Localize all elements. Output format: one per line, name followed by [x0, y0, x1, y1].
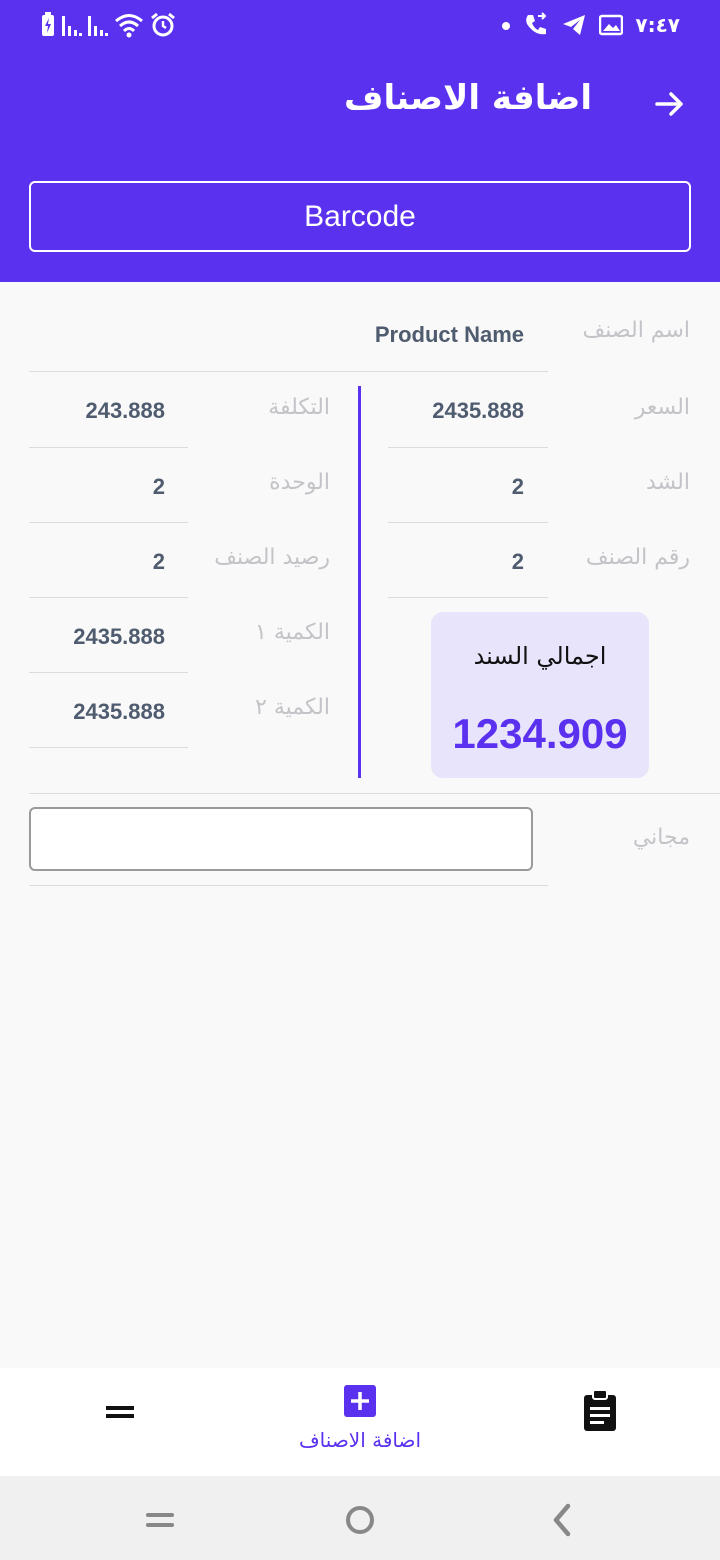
pack-field[interactable]: 2	[512, 474, 524, 500]
total-label: اجمالي السند	[473, 642, 607, 670]
home-icon[interactable]	[340, 1500, 380, 1540]
quantity2-label: الكمية ٢	[255, 695, 330, 720]
status-time: ٧:٤٧	[635, 13, 680, 37]
page-title: اضافة الاصناف	[344, 78, 592, 118]
clipboard-icon	[584, 1389, 616, 1431]
pack-label: الشد	[646, 470, 690, 495]
recents-icon[interactable]	[140, 1500, 180, 1540]
signal-icon	[62, 16, 82, 36]
battery-charging-icon	[42, 12, 54, 36]
unit-field[interactable]: 2	[153, 474, 165, 500]
item-number-field[interactable]: 2	[512, 549, 524, 575]
price-label: السعر	[634, 395, 690, 420]
cost-label: التكلفة	[268, 395, 330, 420]
divider	[29, 597, 188, 598]
nav-add-items[interactable]: اضافة الاصناف	[260, 1368, 460, 1476]
alarm-icon	[151, 12, 175, 37]
total-value: 1234.909	[452, 710, 628, 757]
menu-icon	[106, 1406, 134, 1418]
status-icons-left	[40, 12, 176, 38]
quantity2-field[interactable]: 2435.888	[73, 699, 165, 725]
divider	[29, 747, 188, 748]
divider	[29, 672, 188, 673]
divider	[388, 522, 548, 523]
divider	[29, 885, 548, 886]
unit-label: الوحدة	[269, 470, 330, 495]
item-number-label: رقم الصنف	[585, 545, 690, 570]
divider	[29, 522, 188, 523]
nav-menu-button[interactable]	[92, 1388, 148, 1436]
add-box-icon	[344, 1385, 376, 1417]
telegram-icon	[563, 15, 586, 35]
wifi-icon	[115, 14, 143, 38]
status-bar: ٧:٤٧	[0, 0, 720, 52]
bottom-nav: اضافة الاصناف	[0, 1368, 720, 1476]
free-input[interactable]	[29, 807, 533, 871]
signal-icon	[88, 16, 108, 36]
back-nav-icon[interactable]	[542, 1500, 582, 1540]
nav-clipboard-button[interactable]	[572, 1388, 628, 1436]
nav-add-items-label: اضافة الاصناف	[298, 1428, 422, 1452]
free-label: مجاني	[632, 825, 690, 850]
quantity1-label: الكمية ١	[255, 620, 330, 645]
dot-icon	[502, 22, 511, 30]
item-balance-field[interactable]: 2	[153, 549, 165, 575]
price-field[interactable]: 2435.888	[432, 398, 524, 424]
barcode-button[interactable]: Barcode	[29, 181, 691, 252]
app-header: ٧:٤٧ اضافة الاصناف Barcode	[0, 0, 720, 282]
call-forward-icon	[526, 12, 547, 35]
product-name-label: اسم الصنف	[582, 318, 691, 343]
image-icon	[599, 14, 624, 36]
divider	[29, 371, 548, 372]
divider	[29, 447, 188, 448]
arrow-right-icon	[655, 92, 683, 116]
item-balance-label: رصيد الصنف	[214, 545, 330, 570]
divider	[388, 447, 548, 448]
section-divider	[29, 793, 720, 794]
quantity1-field[interactable]: 2435.888	[73, 624, 165, 650]
system-nav-bar	[0, 1476, 720, 1560]
column-divider	[358, 386, 361, 778]
divider	[388, 597, 548, 598]
product-name-field[interactable]: Product Name	[375, 322, 524, 348]
back-button[interactable]	[646, 80, 694, 128]
status-icons-right: ٧:٤٧	[501, 12, 680, 38]
cost-field[interactable]: 243.888	[85, 398, 165, 424]
total-card: اجمالي السند 1234.909	[431, 612, 649, 778]
